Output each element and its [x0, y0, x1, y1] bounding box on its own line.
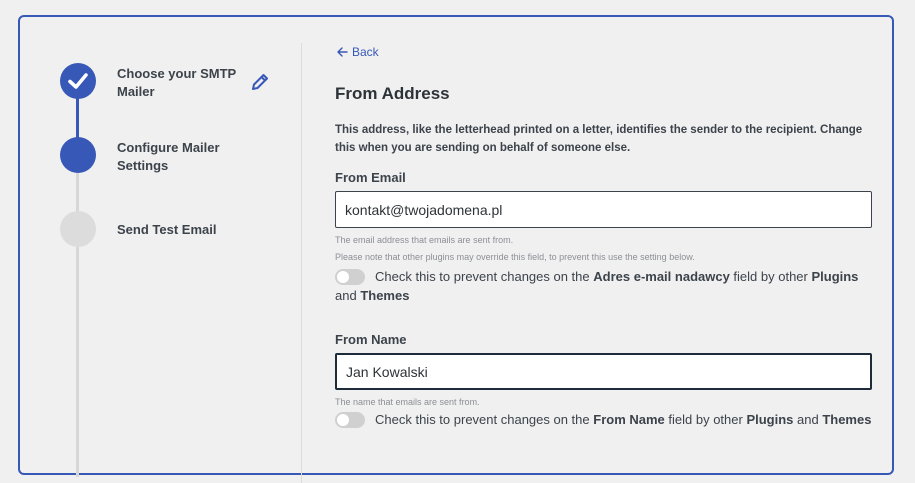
from-name-input[interactable]: [335, 353, 872, 390]
sidebar-divider: [301, 43, 302, 483]
from-email-override-note: Please note that other plugins may overr…: [335, 252, 695, 262]
from-email-label: From Email: [335, 170, 406, 185]
force-email-toggle[interactable]: [335, 269, 365, 285]
back-link[interactable]: Back: [337, 45, 379, 59]
section-description: This address, like the letterhead printe…: [335, 124, 863, 154]
from-name-label: From Name: [335, 332, 407, 347]
step-1-indicator: [60, 63, 96, 99]
edit-step-button[interactable]: [250, 72, 270, 97]
from-email-input[interactable]: [335, 191, 872, 228]
checkmark-icon: [68, 73, 88, 89]
step-3-indicator: [60, 211, 96, 247]
force-name-toggle[interactable]: [335, 412, 365, 428]
step-3-label: Send Test Email: [117, 222, 217, 237]
from-email-help: The email address that emails are sent f…: [335, 235, 514, 245]
pencil-icon: [252, 74, 268, 90]
step-2-indicator: [60, 137, 96, 173]
from-name-help: The name that emails are sent from.: [335, 397, 480, 407]
step-2-label: Configure Mailer Settings: [117, 140, 220, 173]
step-progress-line-pending: [76, 157, 79, 477]
steps-sidebar: Choose your SMTP Mailer Configure Mailer S…: [20, 17, 302, 477]
force-name-row: Check this to prevent changes on the Fro…: [335, 410, 875, 429]
setup-wizard-card: Choose your SMTP Mailer Configure Mailer S…: [18, 15, 894, 483]
force-email-row: Check this to prevent changes on the Adr…: [335, 269, 859, 303]
arrow-left-icon: [337, 47, 348, 57]
back-label: Back: [352, 45, 379, 59]
section-title: From Address: [335, 84, 450, 103]
step-1-label: Choose your SMTP Mailer: [117, 66, 237, 99]
